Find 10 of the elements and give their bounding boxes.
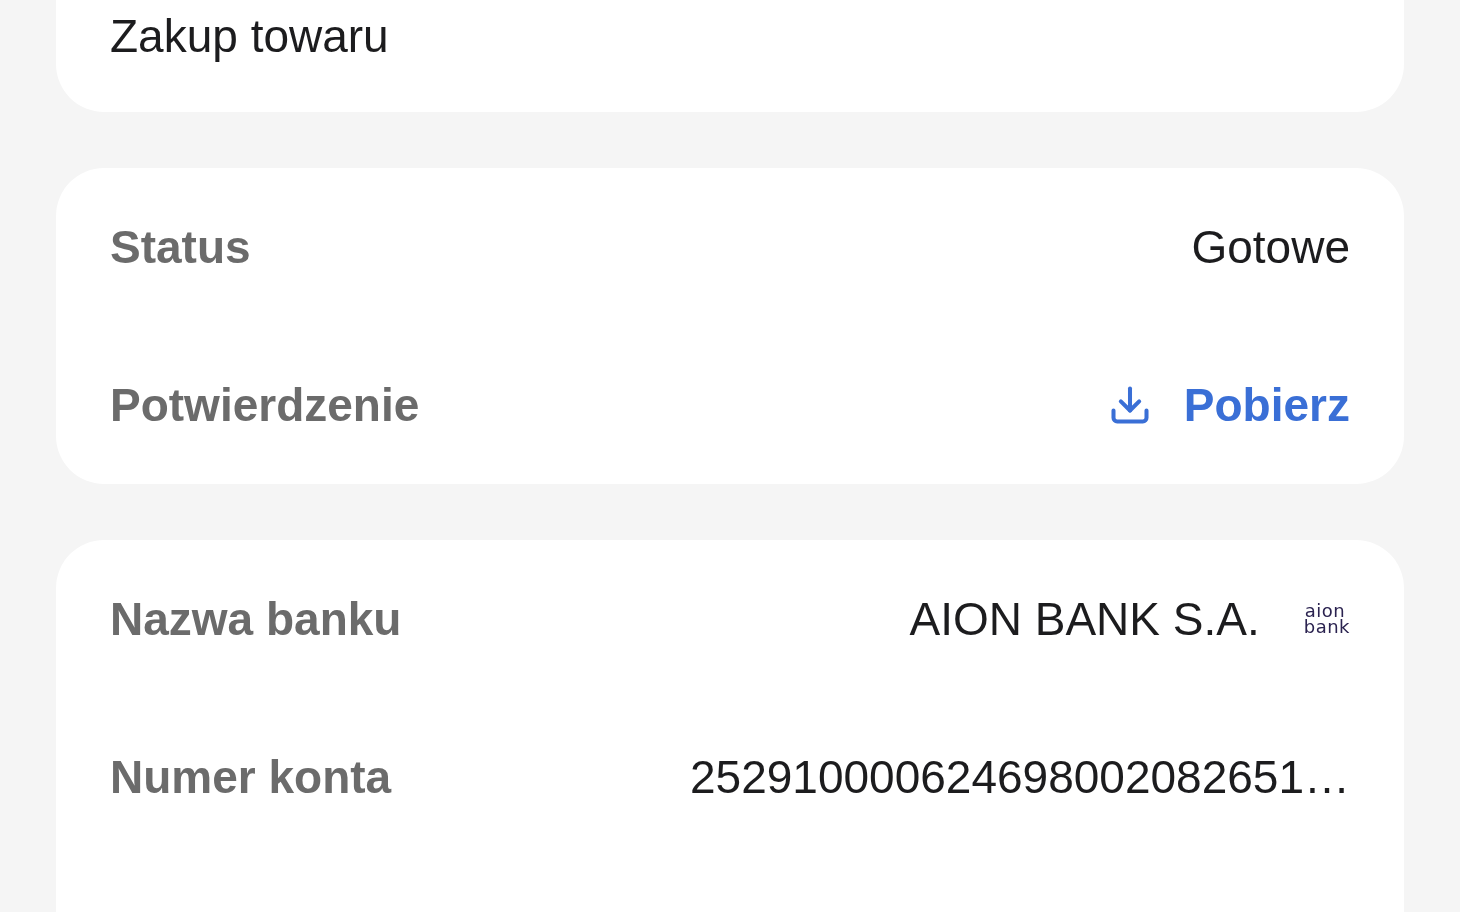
bank-name: AION BANK S.A.: [909, 592, 1260, 646]
detail-label: Potwierdzenie: [110, 378, 420, 432]
transaction-title: Zakup towaru: [110, 10, 389, 63]
detail-value: Gotowe: [1191, 220, 1350, 274]
bank-logo: aion bank: [1303, 603, 1350, 635]
detail-label: Nazwa banku: [110, 592, 402, 646]
detail-label: Numer konta: [110, 750, 392, 804]
detail-value: 252910000624698002082651…: [690, 750, 1350, 804]
download-link[interactable]: Pobierz: [1107, 378, 1350, 432]
detail-label: Status: [110, 220, 251, 274]
